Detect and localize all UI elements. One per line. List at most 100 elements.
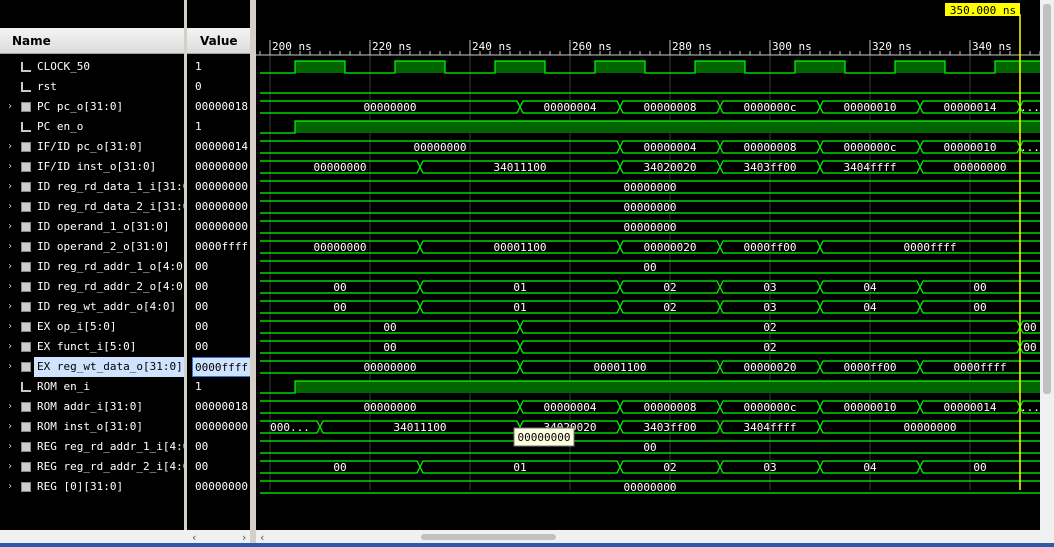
signal-name-row[interactable]: › ID reg_rd_addr_2_o[4:0]	[0, 277, 189, 297]
signal-name-row[interactable]: rst	[0, 77, 184, 97]
signal-name-row[interactable]: › PC pc_o[31:0]	[0, 97, 184, 117]
signal-value: 1	[195, 380, 202, 393]
bus-value-label: 00000010	[844, 101, 897, 114]
bus-value-label: 00000008	[744, 141, 797, 154]
bus-value-label: 0000000c	[744, 101, 797, 114]
signal-name-row[interactable]: › REG reg_rd_addr_2_i[4:0]	[0, 457, 196, 477]
horizontal-scroll-thumb[interactable]	[421, 534, 556, 540]
signal-name-row[interactable]: › REG [0][31:0]	[0, 477, 184, 497]
bus-value-label: 00	[383, 321, 396, 334]
signal-name: REG [0][31:0]	[37, 480, 124, 493]
bus-value-label: 00000014	[944, 101, 997, 114]
signal-name-row[interactable]: › ID operand_1_o[31:0]	[0, 217, 184, 237]
signal-name-row[interactable]: › ID reg_rd_data_1_i[31:0]	[0, 177, 196, 197]
bus-value-label: 03	[763, 301, 776, 314]
expand-chevron-icon[interactable]: ›	[7, 137, 15, 157]
expand-chevron-icon[interactable]: ›	[7, 297, 15, 317]
signal-name-row[interactable]: › REG reg_rd_addr_1_i[4:0]	[0, 437, 196, 457]
bus-value-label: 00000000	[414, 141, 467, 154]
bus-value-label: 00000000	[314, 161, 367, 174]
expand-chevron-icon[interactable]: ›	[7, 317, 15, 337]
expand-chevron-icon[interactable]: ›	[7, 397, 15, 417]
bus-value-label: 0000ffff	[954, 361, 1007, 374]
clock-high-fill	[495, 61, 545, 73]
signal-value: 00000000	[195, 160, 248, 173]
waveform-canvas[interactable]: 200 ns 220 ns 240 ns 260 ns 280 ns 300 ns 320 …	[256, 0, 1040, 547]
ruler-tick-label: 200 ns	[272, 40, 312, 53]
bus-value-label: 01	[513, 461, 526, 474]
bus-value-label: ...	[1020, 401, 1040, 414]
signal-name-row[interactable]: › ID reg_rd_data_2_i[31:0]	[0, 197, 196, 217]
signal-name: REG reg_rd_addr_1_i[4:0]	[37, 440, 196, 453]
signal-name: ID reg_rd_data_1_i[31:0]	[37, 180, 196, 193]
bus-value-label: 00000014	[944, 401, 997, 414]
bus-value-label: 00	[973, 461, 986, 474]
expand-chevron-icon[interactable]: ›	[7, 257, 15, 277]
ruler-tick-label: 300 ns	[772, 40, 812, 53]
bus-signal-icon	[21, 482, 31, 492]
signal-name: PC en_o	[37, 120, 84, 133]
vertical-scroll-thumb[interactable]	[1043, 4, 1051, 394]
expand-chevron-icon[interactable]: ›	[7, 277, 15, 297]
signal-name-row[interactable]: › EX funct_i[5:0]	[0, 337, 184, 357]
expand-chevron-icon[interactable]: ›	[7, 437, 15, 457]
signal-name-row[interactable]: › ID reg_rd_addr_1_o[4:0]	[0, 257, 189, 277]
signal-value: 00	[195, 340, 209, 353]
signal-name-row[interactable]: CLOCK_50	[0, 57, 184, 77]
bus-value-label: 00000000	[624, 221, 677, 234]
bit-high-fill	[295, 121, 1040, 133]
signal-value: 00000000	[195, 220, 248, 233]
signal-name-row[interactable]: › ID reg_wt_addr_o[4:0]	[0, 297, 184, 317]
signal-name-row[interactable]: › IF/ID pc_o[31:0]	[0, 137, 184, 157]
bus-value-label: 00001100	[494, 241, 547, 254]
signal-value: 00	[195, 320, 209, 333]
bus-value-label: 00000004	[544, 101, 597, 114]
signal-name-row[interactable]: › IF/ID inst_o[31:0]	[0, 157, 184, 177]
bus-signal-icon	[21, 302, 31, 312]
expand-chevron-icon[interactable]: ›	[7, 237, 15, 257]
bus-value-label: 00000000	[904, 421, 957, 434]
signal-name: ID reg_wt_addr_o[4:0]	[37, 300, 177, 313]
bus-value-label: 3404ffff	[844, 161, 897, 174]
bus-signal-icon	[21, 242, 31, 252]
signal-name-row[interactable]: › ID operand_2_o[31:0]	[0, 237, 184, 257]
signal-name-row[interactable]: ROM en_i	[0, 377, 184, 397]
signal-value: 00000000	[195, 480, 248, 493]
signal-value: 00000018	[195, 100, 248, 113]
bus-value-label: 00000004	[644, 141, 697, 154]
signal-value: 00000018	[195, 400, 248, 413]
expand-chevron-icon[interactable]: ›	[7, 197, 15, 217]
signal-name-row[interactable]: › ROM addr_i[31:0]	[0, 397, 184, 417]
vertical-scrollbar[interactable]	[1040, 0, 1054, 530]
signal-value: 00000000	[195, 200, 248, 213]
expand-chevron-icon[interactable]: ›	[7, 457, 15, 477]
signal-name: EX reg_wt_data_o[31:0]	[34, 357, 186, 377]
expand-chevron-icon[interactable]: ›	[7, 357, 15, 377]
signal-value: 1	[195, 60, 202, 73]
value-column-header[interactable]: Value	[187, 28, 250, 54]
signal-name-row[interactable]: › EX op_i[5:0]	[0, 317, 184, 337]
bus-value-label: 00	[643, 261, 656, 274]
bus-value-label: 00	[333, 301, 346, 314]
signal-name-row[interactable]: PC en_o	[0, 117, 184, 137]
expand-chevron-icon[interactable]: ›	[7, 417, 15, 437]
bus-value-label: 00000008	[644, 401, 697, 414]
expand-chevron-icon[interactable]: ›	[7, 217, 15, 237]
signal-name-row[interactable]: › ROM inst_o[31:0]	[0, 417, 184, 437]
signal-name: rst	[37, 80, 57, 93]
expand-chevron-icon[interactable]: ›	[7, 177, 15, 197]
name-column-header[interactable]: Name	[0, 28, 184, 54]
bus-signal-icon	[21, 202, 31, 212]
bus-signal-icon	[21, 222, 31, 232]
bus-value-label: 0000000c	[844, 141, 897, 154]
expand-chevron-icon[interactable]: ›	[7, 477, 15, 497]
bit-signal-icon	[21, 382, 31, 392]
expand-chevron-icon[interactable]: ›	[7, 337, 15, 357]
bus-signal-icon	[21, 442, 31, 452]
cursor-time-label: 350.000 ns	[950, 4, 1016, 17]
signal-name: PC pc_o[31:0]	[37, 100, 124, 113]
bus-signal-icon	[21, 422, 31, 432]
signal-name-row[interactable]: › EX reg_wt_data_o[31:0]	[0, 357, 186, 377]
expand-chevron-icon[interactable]: ›	[7, 157, 15, 177]
expand-chevron-icon[interactable]: ›	[7, 97, 15, 117]
